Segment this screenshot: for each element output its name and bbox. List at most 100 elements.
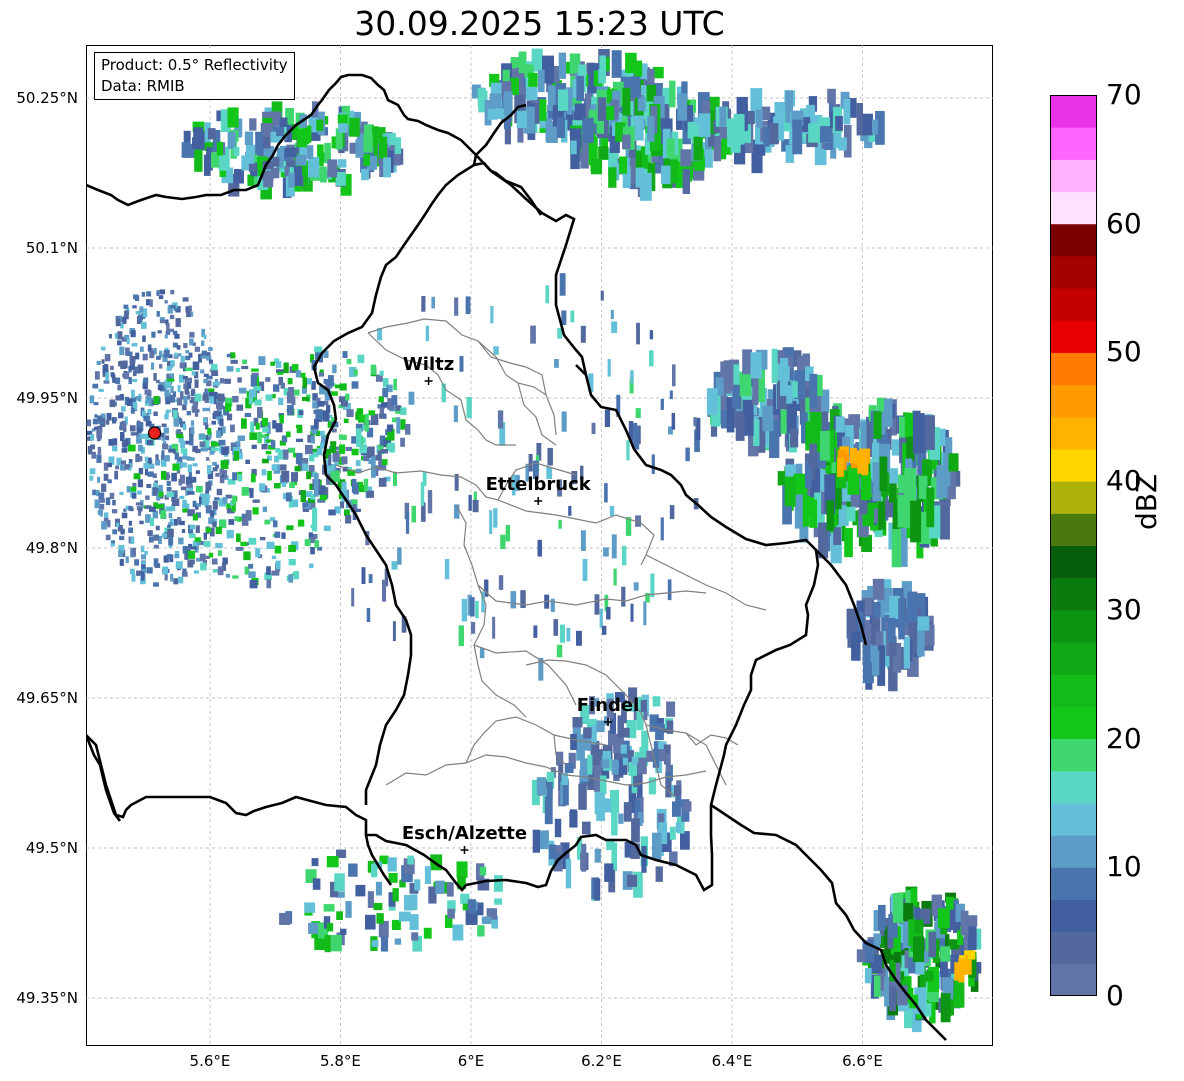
radar-echo-cell [122,317,127,324]
radar-echo-cell [249,489,254,498]
radar-echo-cell [131,547,137,557]
radar-echo-cell [116,522,120,527]
radar-echo-cell [838,137,847,151]
radar-echo-cell [147,464,155,468]
radar-echo-cell [627,874,638,887]
radar-echo-cell [166,322,170,332]
radar-echo-cell [200,369,205,374]
radar-echo-cell [145,396,151,403]
radar-echo-cell [166,486,172,492]
radar-echo-cell [214,497,220,501]
radar-echo-cell [377,450,382,460]
colorbar-segment [1050,384,1097,418]
radar-echo-cell [157,330,162,334]
radar-echo-cell [166,492,175,498]
radar-map [86,45,993,1046]
radar-echo-cell [287,447,296,453]
radar-echo-cell [809,373,818,413]
radar-echo-cell [599,775,607,795]
radar-site-marker [147,426,162,440]
radar-echo-cell [607,359,611,377]
radar-echo-cell [218,439,226,446]
radar-echo-cell [456,861,468,878]
radar-echo-cell [302,377,307,389]
radar-echo-cell [164,300,168,304]
radar-echo-cell [181,462,187,468]
radar-echo-cell [827,88,836,104]
lon-tick-label: 6.4°E [711,1052,753,1070]
radar-echo-cell [177,353,182,357]
radar-echo-cell [283,449,289,459]
radar-echo-cell [611,534,617,559]
radar-echo-cell [706,388,718,416]
radar-echo-cell [618,813,624,824]
radar-echo-cell [926,487,935,528]
radar-echo-cell [661,165,671,185]
radar-echo-cell [641,846,647,873]
radar-echo-cell [596,720,605,733]
radar-echo-cell [105,372,110,382]
radar-echo-cell [604,863,614,882]
radar-echo-cell [481,916,492,924]
radar-echo-cell [576,75,585,102]
radar-echo-cell [411,932,419,941]
radar-echo-cell [345,393,350,401]
radar-echo-cell [236,533,241,543]
radar-echo-cell [165,506,172,512]
radar-echo-cell [379,413,387,419]
radar-echo-cell [604,409,611,428]
radar-echo-cell [182,404,187,411]
radar-echo-cell [603,547,609,557]
radar-echo-cell [554,358,559,368]
radar-echo-cell [124,439,129,446]
radar-echo-cell [207,427,212,435]
radar-echo-cell [917,616,930,631]
radar-echo-cell [155,525,160,531]
radar-echo-cell [293,389,300,396]
radar-echo-cell [291,364,299,371]
radar-echo-cell [106,413,112,421]
radar-echo-cell [596,792,605,821]
radar-echo-cell [167,528,174,538]
radar-echo-cell [365,914,376,930]
radar-echo-cell [212,500,218,510]
radar-echo-cell [133,473,141,480]
radar-echo-cell [545,118,552,143]
radar-echo-cell [147,530,153,537]
radar-echo-cell [98,388,104,393]
radar-echo-cell [309,563,314,569]
radar-echo-cell [300,490,306,503]
radar-echo-cell [233,451,240,461]
lon-tick-label: 5.8°E [320,1052,361,1070]
radar-echo-cell [966,915,978,927]
radar-echo-cell [312,507,318,532]
radar-echo-cell [226,353,231,358]
radar-echo-cell [181,142,191,158]
radar-echo-cell [193,127,204,150]
radar-echo-cell [265,450,272,455]
radar-echo-cell [186,483,193,488]
radar-echo-cell [97,446,102,455]
radar-echo-cell [241,518,249,526]
radar-echo-cell [215,543,223,549]
radar-echo-cell [308,157,320,178]
radar-echo-cell [205,481,212,491]
radar-echo-cell [649,330,654,340]
radar-echo-cell [270,361,275,366]
radar-echo-cell [396,417,401,434]
radar-echo-cell [528,72,538,87]
radar-echo-cell [231,495,237,504]
radar-echo-cell [528,454,533,472]
radar-echo-cell [285,431,291,438]
radar-echo-cell [274,531,281,538]
colorbar-tick-label: 0 [1106,979,1124,1012]
radar-echo-cell [900,528,908,567]
radar-echo-cell [435,880,445,894]
radar-echo-cell [405,423,411,435]
radar-echo-cell [408,391,415,405]
radar-echo-cell [860,472,871,501]
radar-echo-cell [202,407,211,412]
radar-echo-cell [208,388,215,392]
radar-echo-cell [559,273,566,296]
radar-echo-cell [219,519,227,529]
